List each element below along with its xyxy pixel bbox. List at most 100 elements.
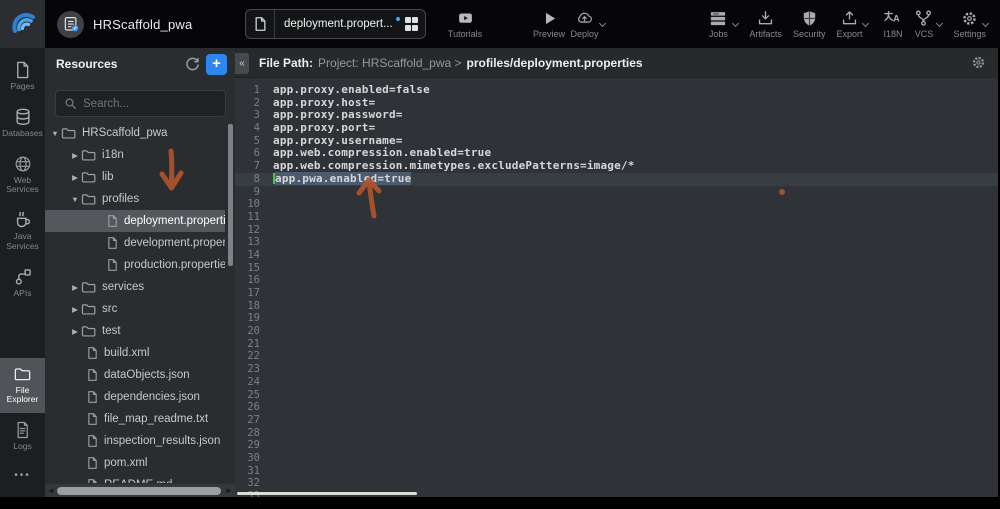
logs-label: Logs — [13, 442, 31, 452]
deploy-button[interactable]: Deploy — [563, 8, 615, 39]
refresh-button[interactable] — [182, 54, 202, 74]
editor-horizontal-scrollbar[interactable] — [237, 492, 417, 495]
tree-item-label: production.properties — [124, 259, 225, 271]
editor-line-19[interactable]: 19 — [235, 312, 998, 325]
collapsed-caret-icon[interactable]: ▶ — [69, 283, 81, 292]
tree-item-i18n[interactable]: ▶i18n — [45, 144, 225, 166]
tree-item-services[interactable]: ▶services — [45, 276, 225, 298]
editor-line-26[interactable]: 26 — [235, 401, 998, 414]
line-number: 29 — [235, 439, 273, 452]
editor-line-23[interactable]: 23 — [235, 363, 998, 376]
sidebar-item-databases[interactable]: Databases — [0, 100, 45, 147]
editor-line-14[interactable]: 14 — [235, 249, 998, 262]
editor-line-8[interactable]: 8app.pwa.enabled=true — [235, 173, 998, 186]
tree-item-production-properties[interactable]: production.properties — [45, 254, 225, 276]
project-switcher[interactable]: HRScaffold_pwa — [57, 0, 192, 48]
collapsed-caret-icon[interactable]: ▶ — [69, 151, 81, 160]
editor-line-27[interactable]: 27 — [235, 414, 998, 427]
project-name: HRScaffold_pwa — [93, 17, 192, 32]
search-input[interactable] — [83, 98, 203, 110]
tree-item-pom-xml[interactable]: pom.xml — [45, 452, 225, 474]
tree-vertical-scrollbar[interactable] — [228, 122, 233, 481]
tree-item-lib[interactable]: ▶lib — [45, 166, 225, 188]
editor-settings-gear-icon[interactable] — [970, 54, 987, 71]
editor-line-24[interactable]: 24 — [235, 376, 998, 389]
scroll-right-arrow[interactable]: ► — [223, 486, 235, 495]
tree-item-label: README.md — [104, 479, 172, 483]
collapse-panel-button[interactable]: « — [235, 53, 249, 74]
editor-line-4[interactable]: 4app.proxy.port= — [235, 122, 998, 135]
tree-horizontal-scrollbar[interactable]: ◄ ► — [45, 484, 235, 497]
code-editor[interactable]: 1app.proxy.enabled=false2app.proxy.host=… — [235, 78, 998, 497]
jobs-button[interactable]: Jobs — [707, 8, 738, 39]
line-number: 11 — [235, 211, 273, 224]
editor-line-17[interactable]: 17 — [235, 287, 998, 300]
editor-line-12[interactable]: 12 — [235, 224, 998, 237]
editor-line-25[interactable]: 25 — [235, 389, 998, 402]
editor-line-29[interactable]: 29 — [235, 439, 998, 452]
tree-item-profiles[interactable]: ▼profiles — [45, 188, 225, 210]
scroll-left-arrow[interactable]: ◄ — [45, 486, 57, 495]
scroll-thumb[interactable] — [57, 487, 221, 495]
sidebar-item-file-explorer[interactable]: FileExplorer — [0, 358, 45, 414]
tree-item-build-xml[interactable]: build.xml — [45, 342, 225, 364]
editor-line-32[interactable]: 32 — [235, 477, 998, 490]
sidebar-more-button[interactable]: ••• — [0, 460, 45, 497]
vcs-button[interactable]: VCS — [914, 8, 942, 39]
editor-line-10[interactable]: 10 — [235, 198, 998, 211]
collapsed-caret-icon[interactable]: ▶ — [69, 305, 81, 314]
editor-line-18[interactable]: 18 — [235, 300, 998, 313]
tree-item-file-map-readme-txt[interactable]: file_map_readme.txt — [45, 408, 225, 430]
sidebar-item-pages[interactable]: Pages — [0, 53, 45, 100]
tree-item-dataobjects-json[interactable]: dataObjects.json — [45, 364, 225, 386]
sidebar-item-java-services[interactable]: JavaServices — [0, 203, 45, 260]
editor-line-31[interactable]: 31 — [235, 465, 998, 478]
editor-line-22[interactable]: 22 — [235, 350, 998, 363]
security-icon — [800, 8, 819, 28]
expanded-caret-icon[interactable]: ▼ — [49, 129, 61, 138]
tutorials-label: Tutorials — [448, 29, 482, 39]
editor-line-28[interactable]: 28 — [235, 427, 998, 440]
tree-item-development-properties[interactable]: development.properties — [45, 232, 225, 254]
export-button[interactable]: Export — [836, 8, 871, 39]
apis-icon — [13, 267, 33, 287]
tree-item-test[interactable]: ▶test — [45, 320, 225, 342]
editor-line-7[interactable]: 7app.web.compression.mimetypes.excludePa… — [235, 160, 998, 173]
sidebar-item-web-services[interactable]: WebServices — [0, 147, 45, 204]
editor-line-20[interactable]: 20 — [235, 325, 998, 338]
collapsed-caret-icon[interactable]: ▶ — [69, 327, 81, 336]
tree-item-readme-md[interactable]: README.md — [45, 474, 225, 483]
editor-line-11[interactable]: 11 — [235, 211, 998, 224]
tree-item-deployment-properties[interactable]: deployment.properties — [45, 210, 225, 232]
tree-item-src[interactable]: ▶src — [45, 298, 225, 320]
tree-item-hrscaffold-pwa[interactable]: ▼HRScaffold_pwa — [45, 122, 225, 144]
i18n-button[interactable]: AI18N — [882, 8, 903, 39]
app-logo[interactable] — [0, 0, 45, 48]
file-icon — [87, 368, 98, 382]
artifacts-button[interactable]: Artifacts — [749, 8, 782, 39]
file-icon — [87, 478, 98, 483]
editor-line-9[interactable]: 9 — [235, 186, 998, 199]
sidebar-item-apis[interactable]: APIs — [0, 260, 45, 307]
open-file-tab[interactable]: deployment.propert... — [245, 9, 426, 39]
editor-line-21[interactable]: 21 — [235, 338, 998, 351]
expanded-caret-icon[interactable]: ▼ — [69, 195, 81, 204]
tree-item-dependencies-json[interactable]: dependencies.json — [45, 386, 225, 408]
line-number: 13 — [235, 236, 273, 249]
sidebar-item-logs[interactable]: Logs — [0, 413, 45, 460]
file-icon — [87, 346, 98, 360]
file-explorer-label: FileExplorer — [7, 386, 39, 406]
grid-icon[interactable] — [405, 17, 419, 31]
security-button[interactable]: Security — [793, 8, 826, 39]
tutorials-button[interactable]: Tutorials — [441, 8, 489, 39]
editor-line-15[interactable]: 15 — [235, 262, 998, 275]
add-resource-button[interactable]: + — [206, 54, 227, 75]
settings-button[interactable]: Settings — [953, 8, 995, 39]
editor-line-13[interactable]: 13 — [235, 236, 998, 249]
file-icon — [87, 412, 98, 426]
tree-item-inspection-results-json[interactable]: inspection_results.json — [45, 430, 225, 452]
editor-line-1[interactable]: 1app.proxy.enabled=false — [235, 84, 998, 97]
collapsed-caret-icon[interactable]: ▶ — [69, 173, 81, 182]
editor-line-16[interactable]: 16 — [235, 274, 998, 287]
editor-line-30[interactable]: 30 — [235, 452, 998, 465]
